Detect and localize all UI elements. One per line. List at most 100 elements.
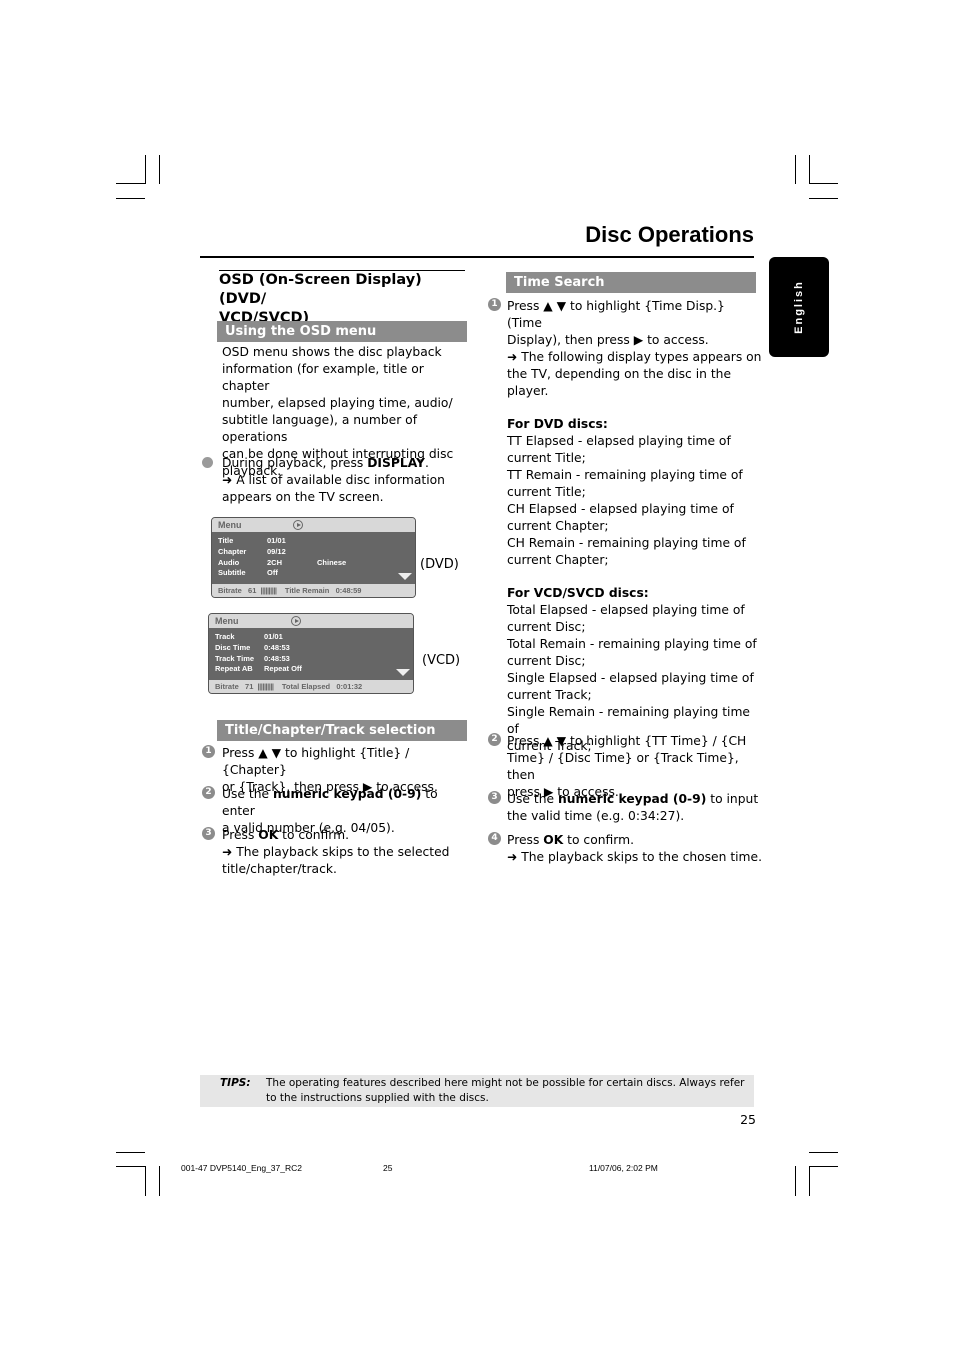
text: Press: [507, 833, 544, 847]
bitrate-label: Bitrate: [218, 586, 242, 595]
step: Press OK to confirm. ➜ The playback skip…: [222, 827, 474, 878]
text-line: the TV, depending on the disc in the: [507, 367, 732, 381]
subsection-band: Time Search: [506, 272, 756, 293]
language-tab: English: [769, 257, 829, 357]
step-number-icon: 1: [202, 745, 215, 758]
play-icon: [291, 616, 301, 626]
page-title: Disc Operations: [585, 222, 754, 247]
text: to input: [706, 792, 759, 806]
title-rule: [200, 256, 754, 258]
text-line: number, elapsed playing time, audio/: [222, 396, 453, 410]
step-number-icon: 2: [488, 733, 501, 746]
step: Use the numeric keypad (0-9) to input th…: [507, 791, 763, 825]
crop-mark: [809, 155, 810, 184]
bitrate-bars: ||||||||||: [257, 682, 274, 691]
text-line: current Track;: [507, 688, 592, 702]
osd-value: 2CH: [267, 557, 283, 567]
text-line: current Title;: [507, 485, 586, 499]
text-line: subtitle language), a number of operatio…: [222, 413, 418, 444]
step-number-icon: 3: [202, 827, 215, 840]
language-tab-label: English: [793, 280, 805, 334]
osd-row: Audio 2CH Chinese: [218, 558, 409, 569]
time-value: 0:01:32: [336, 682, 363, 691]
text-line: Single Elapsed - elapsed playing time of: [507, 671, 754, 685]
text-line: Time} / {Disc Time} or {Track Time}, the…: [507, 751, 739, 782]
osd-row: Track 01/01: [215, 632, 407, 643]
bitrate-label: Bitrate: [215, 682, 239, 691]
display-instruction: During playback, press DISPLAY. ➜ A list…: [222, 455, 472, 506]
scroll-down-icon: [396, 669, 410, 676]
text-line: OSD menu shows the disc playback: [222, 345, 442, 359]
text-line: ➜ A list of available disc information: [222, 473, 445, 487]
text: Use the: [507, 792, 558, 806]
osd-key: Chapter: [218, 546, 247, 556]
text-line: Total Elapsed - elapsed playing time of: [507, 603, 745, 617]
osd-dvd-caption: (DVD): [420, 557, 459, 572]
crop-mark: [145, 155, 146, 184]
crop-mark: [159, 155, 160, 184]
text-line: TT Elapsed - elapsed playing time of: [507, 434, 731, 448]
osd-key: Audio: [218, 557, 240, 567]
osd-vcd-screen: Menu Track 01/01 Disc Time 0:48:53 Track T…: [208, 613, 414, 694]
text-line: current Title;: [507, 451, 586, 465]
key-name: OK: [543, 833, 564, 847]
crop-mark: [116, 198, 145, 199]
section-title: OSD (On-Screen Display) (DVD/ VCD/SVCD): [219, 271, 469, 328]
osd-value: Off: [267, 568, 278, 578]
osd-header: Menu: [212, 518, 415, 532]
osd-row: Repeat AB Repeat Off: [215, 664, 407, 675]
text-line: Press ▲ ▼ to highlight {Time Disp.} (Tim…: [507, 299, 725, 330]
osd-dvd-screen: Menu Title 01/01 Chapter 09/12 Audio 2CH Chi…: [211, 517, 416, 598]
text-line: player.: [507, 384, 549, 398]
play-icon: [293, 520, 303, 530]
text: During playback, press: [222, 456, 368, 470]
key-name: numeric keypad (0-9): [557, 792, 707, 806]
bitrate-value: 71: [245, 682, 254, 691]
key-name: numeric keypad (0-9): [272, 787, 422, 801]
subsection-band: Using the OSD menu: [217, 321, 467, 342]
bitrate-value: 61: [248, 586, 257, 595]
crop-mark: [809, 183, 838, 184]
step-number-icon: 4: [488, 832, 501, 845]
osd-key: Subtitle: [218, 568, 246, 578]
crop-mark: [809, 1152, 838, 1153]
osd-footer: Bitrate 61 |||||||||| Title Remain 0:48:…: [212, 584, 415, 597]
tips-text: The operating features described here mi…: [266, 1076, 750, 1106]
text-line: TT Remain - remaining playing time of: [507, 468, 743, 482]
osd-header: Menu: [209, 614, 413, 628]
text-line: ➜ The following display types appears on: [507, 350, 762, 364]
step-number-icon: 2: [202, 786, 215, 799]
crop-mark: [795, 1166, 796, 1196]
osd-row: Subtitle Off: [218, 568, 409, 579]
text: .: [424, 456, 429, 470]
text-line: information (for example, title or chapt…: [222, 362, 424, 393]
step-number-icon: 3: [488, 791, 501, 804]
text-line: CH Remain - remaining playing time of: [507, 536, 746, 550]
slug-date: 11/07/06, 2:02 PM: [589, 1163, 658, 1173]
osd-value: 01/01: [264, 632, 283, 641]
time-label: Total Elapsed: [281, 682, 331, 691]
crop-mark: [116, 183, 145, 184]
time-value: 0:48:59: [335, 586, 362, 595]
text-line: ➜ The playback skips to the chosen time.: [507, 850, 763, 864]
text-line: current Disc;: [507, 654, 586, 668]
crop-mark: [116, 1152, 145, 1153]
osd-menu-label: Menu: [218, 520, 242, 530]
bullet-icon: [202, 457, 213, 468]
text-line: Press ▲ ▼ to highlight {Title} / {Chapte…: [222, 746, 410, 777]
text-line: current Disc;: [507, 620, 586, 634]
osd-row: Title 01/01: [218, 536, 409, 547]
text: to confirm.: [278, 828, 349, 842]
osd-key: Track Time: [215, 653, 255, 663]
dvd-heading: For DVD discs:: [507, 417, 608, 431]
crop-mark: [809, 198, 838, 199]
text-line: Press ▲ ▼ to highlight {TT Time} / {CH: [507, 734, 747, 748]
tips-box: TIPS: The operating features described h…: [200, 1075, 754, 1107]
osd-value: 0:48:53: [264, 653, 290, 663]
text-line: ➜ The playback skips to the selected: [222, 845, 450, 859]
bitrate-bars: ||||||||||: [260, 586, 277, 595]
osd-body: Title 01/01 Chapter 09/12 Audio 2CH Chinese …: [212, 532, 415, 584]
subsection-band: Title/Chapter/Track selection: [217, 720, 467, 741]
text-line: to the instructions supplied with the di…: [266, 1092, 489, 1104]
crop-mark: [116, 1166, 145, 1167]
